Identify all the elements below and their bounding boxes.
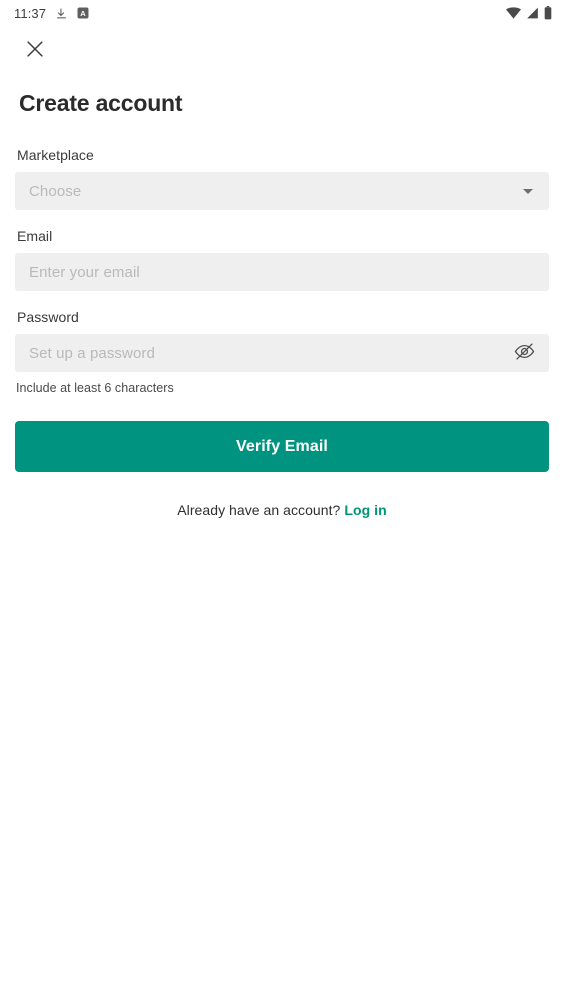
verify-email-button[interactable]: Verify Email (15, 421, 549, 472)
close-button[interactable] (18, 33, 52, 67)
marketplace-label: Marketplace (17, 147, 94, 163)
status-bar-clock: 11:37 (14, 5, 47, 21)
password-helper-text: Include at least 6 characters (16, 381, 174, 395)
password-placeholder: Set up a password (29, 344, 155, 362)
svg-text:A: A (80, 9, 86, 18)
close-icon (24, 38, 46, 63)
eye-off-icon (513, 340, 536, 366)
create-account-form: Marketplace Choose Email Enter your emai… (15, 147, 549, 518)
page-content: Create account Marketplace Choose Email … (0, 90, 564, 518)
marketplace-selected-value: Choose (29, 182, 82, 200)
app-top-bar (0, 26, 564, 74)
download-icon (55, 7, 68, 20)
marketplace-select[interactable]: Choose (15, 172, 549, 210)
wifi-icon (506, 7, 521, 19)
battery-icon (544, 6, 552, 20)
status-bar: 11:37 A (0, 0, 564, 26)
cellular-signal-icon (526, 7, 539, 19)
password-label: Password (17, 309, 79, 325)
email-label: Email (17, 228, 53, 244)
toggle-password-visibility-button[interactable] (511, 340, 537, 366)
status-bar-left: 11:37 A (14, 6, 89, 21)
field-group-password: Password Set up a password Include at le… (15, 309, 549, 395)
translate-app-icon: A (77, 7, 89, 19)
log-in-link[interactable]: Log in (344, 502, 386, 518)
page-title: Create account (19, 90, 183, 116)
chevron-down-icon (523, 188, 533, 194)
email-field[interactable]: Enter your email (15, 253, 549, 291)
email-placeholder: Enter your email (29, 263, 140, 281)
login-prompt-text: Already have an account? (177, 502, 341, 518)
field-group-marketplace: Marketplace Choose (15, 147, 549, 210)
status-bar-right (506, 6, 552, 20)
login-prompt-row: Already have an account? Log in (15, 502, 549, 518)
field-group-email: Email Enter your email (15, 228, 549, 291)
password-field[interactable]: Set up a password (15, 334, 549, 372)
